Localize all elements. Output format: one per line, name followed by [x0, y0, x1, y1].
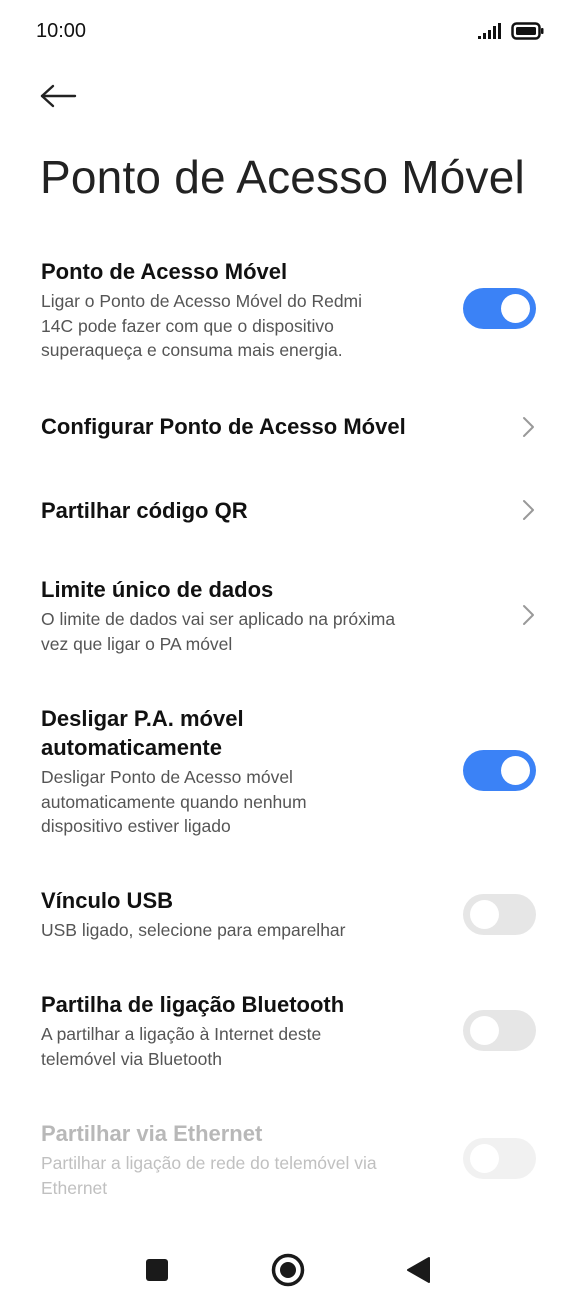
setting-auto-off-desc: Desligar Ponto de Acesso móvel automatic… [41, 767, 307, 836]
setting-ethernet: Partilhar via Ethernet Partilhar a ligaç… [0, 1119, 577, 1204]
setting-usb-title: Vínculo USB [41, 888, 174, 913]
ethernet-toggle [463, 1138, 536, 1179]
status-bar: 10:00 [0, 0, 577, 64]
setting-share-qr[interactable]: Partilhar código QR [0, 479, 577, 541]
setting-usb[interactable]: Vínculo USB USB ligado, selecione para e… [0, 886, 577, 948]
chevron-right-icon [523, 417, 534, 437]
setting-ethernet-title: Partilhar via Ethernet [41, 1121, 263, 1146]
setting-usb-desc: USB ligado, selecione para emparelhar [41, 920, 346, 940]
toggle-knob [501, 756, 530, 785]
setting-hotspot-title: Ponto de Acesso Móvel [41, 259, 288, 284]
hotspot-toggle[interactable] [463, 288, 536, 329]
recents-button[interactable] [137, 1250, 177, 1290]
setting-share-qr-title: Partilhar código QR [41, 498, 248, 523]
status-icons [477, 22, 545, 40]
auto-off-toggle[interactable] [463, 750, 536, 791]
battery-icon [511, 22, 544, 40]
status-time: 10:00 [36, 20, 87, 42]
chevron-right-icon [523, 605, 534, 625]
page-title: Ponto de Acesso Móvel [40, 151, 525, 203]
setting-hotspot[interactable]: Ponto de Acesso Móvel Ligar o Ponto de A… [0, 255, 577, 370]
chevron-right-icon [523, 500, 534, 520]
signal-icon [478, 23, 501, 39]
nav-back-button[interactable] [398, 1250, 438, 1290]
usb-toggle[interactable] [463, 894, 536, 935]
toggle-knob [470, 1016, 499, 1045]
toggle-knob [470, 1144, 499, 1173]
setting-configure-title: Configurar Ponto de Acesso Móvel [41, 414, 406, 439]
setting-ethernet-desc: Partilhar a ligação de rede do telemóvel… [41, 1153, 377, 1198]
setting-data-limit-title: Limite único de dados [41, 577, 274, 602]
circle-home-icon [271, 1253, 305, 1287]
setting-bluetooth-desc: A partilhar a ligação à Internet deste t… [41, 1024, 322, 1069]
home-button[interactable] [268, 1250, 308, 1290]
arrow-left-icon [40, 84, 77, 108]
setting-auto-off-title: Desligar P.A. móvel automaticamente [41, 706, 244, 760]
setting-bluetooth-title: Partilha de ligação Bluetooth [41, 992, 345, 1017]
bluetooth-toggle[interactable] [463, 1010, 536, 1051]
toggle-knob [470, 900, 499, 929]
setting-data-limit-desc: O limite de dados vai ser aplicado na pr… [41, 609, 396, 654]
setting-configure[interactable]: Configurar Ponto de Acesso Móvel [0, 395, 577, 457]
toggle-knob [501, 294, 530, 323]
setting-bluetooth[interactable]: Partilha de ligação Bluetooth A partilha… [0, 990, 577, 1075]
setting-data-limit[interactable]: Limite único de dados O limite de dados … [0, 575, 577, 665]
triangle-back-icon [407, 1257, 430, 1283]
navigation-bar [0, 1240, 577, 1300]
back-button[interactable] [36, 78, 80, 114]
setting-auto-off[interactable]: Desligar P.A. móvel automaticamente Desl… [0, 704, 577, 844]
setting-hotspot-desc: Ligar o Ponto de Acesso Móvel do Redmi 1… [41, 291, 363, 360]
square-icon [146, 1259, 168, 1281]
